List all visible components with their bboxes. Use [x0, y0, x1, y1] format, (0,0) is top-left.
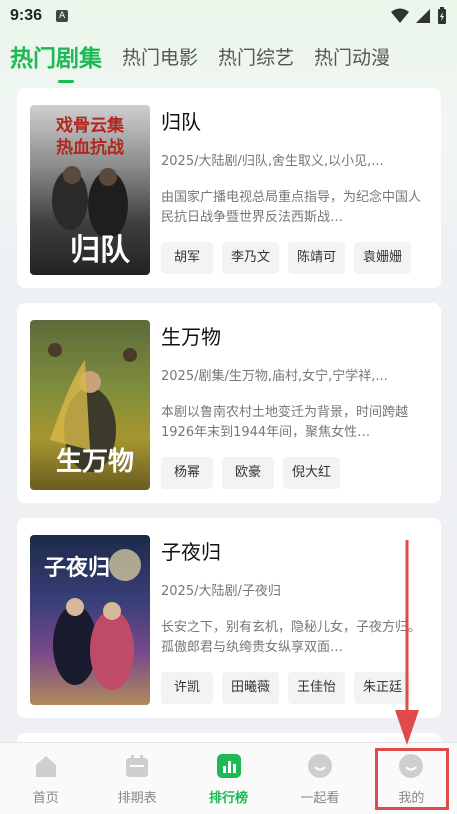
- cast-tag[interactable]: 田曦薇: [222, 672, 280, 704]
- status-time: 9:36: [10, 7, 43, 24]
- cast-tag[interactable]: 李乃文: [222, 242, 280, 274]
- show-description: 本剧以鲁南农村土地变迁为背景，时间跨越1926年末到1944年间，聚焦女性…: [161, 405, 409, 440]
- show-card[interactable]: 生万物 生万物 2025/剧集/生万物,庙村,女宁,宁学祥,... 本剧以鲁南农…: [17, 303, 441, 503]
- category-tabs: 热门剧集 热门电影 热门综艺 热门动漫: [0, 36, 457, 83]
- show-meta: 2025/大陆剧/归队,舍生取义,以小见,...: [161, 154, 384, 169]
- cast-tags: 胡军 李乃文 陈靖可 袁姗姗: [161, 242, 412, 274]
- show-description: 由国家广播电视总局重点指导，为纪念中国人民抗日战争暨世界反法西斯战…: [161, 190, 422, 225]
- show-card[interactable]: 子夜归 子夜归 2025/大陆剧/子夜归 长安之下，别有玄机，隐秘儿女，子夜方归…: [17, 518, 441, 718]
- annotation-arrow: [395, 540, 419, 745]
- poster-art: 戏骨云集 热血抗战 归队: [52, 115, 131, 268]
- nav-label: 首页: [32, 791, 59, 806]
- home-icon: [35, 756, 56, 777]
- tab-hot-series[interactable]: 热门剧集: [10, 39, 102, 83]
- nav-home[interactable]: 首页: [0, 743, 91, 814]
- battery-icon: [438, 7, 446, 24]
- nav-label: 一起看: [300, 791, 340, 806]
- poster-title-text: 子夜归: [44, 555, 110, 581]
- signal-icon: [416, 9, 430, 23]
- poster-title-text: 归队: [70, 233, 131, 268]
- poster-image: 子夜归: [30, 535, 150, 705]
- poster-text-line1: 戏骨云集: [55, 115, 125, 136]
- cast-tag[interactable]: 陈靖可: [288, 242, 346, 274]
- show-meta: 2025/大陆剧/子夜归: [161, 584, 281, 599]
- poster-art: 子夜归: [44, 549, 141, 690]
- nav-ranking[interactable]: 排行榜: [183, 743, 274, 814]
- poster-text-line2: 热血抗战: [56, 137, 124, 158]
- smile-icon: [307, 754, 332, 778]
- cast-tags: 杨幂 欧豪 倪大红: [161, 457, 341, 489]
- nav-label: 排行榜: [209, 791, 249, 806]
- nav-schedule[interactable]: 排期表: [91, 743, 182, 814]
- show-title: 归队: [161, 110, 201, 134]
- wifi-icon: [391, 8, 409, 23]
- tab-hot-anime[interactable]: 热门动漫: [314, 43, 390, 70]
- show-description: 长安之下，别有玄机，隐秘儿女，子夜方归。孤傲郎君与纨绔贵女纵享双面…: [161, 620, 422, 655]
- status-bar: 9:36 A: [0, 0, 457, 32]
- annotation-highlight-box: [375, 748, 449, 810]
- cast-tags: 许凯 田曦薇 王佳怡 朱正廷: [161, 672, 412, 704]
- show-title: 子夜归: [161, 540, 221, 564]
- poster-title-text: 生万物: [56, 447, 134, 477]
- nav-watch-together[interactable]: 一起看: [274, 743, 365, 814]
- poster-image: 生万物: [30, 320, 150, 490]
- calendar-icon: [126, 755, 149, 777]
- notification-icon: A: [56, 10, 69, 22]
- nav-label: 排期表: [117, 791, 157, 806]
- cast-tag[interactable]: 胡军: [161, 242, 213, 274]
- cast-tag[interactable]: 袁姗姗: [354, 242, 412, 274]
- cast-tag[interactable]: 欧豪: [222, 457, 274, 489]
- ranking-icon: [216, 754, 241, 778]
- poster-art: 生万物: [48, 343, 137, 477]
- show-list: 戏骨云集 热血抗战 归队 归队 2025/大陆剧/归队,舍生取义,以小见,...…: [17, 88, 441, 753]
- cast-tag[interactable]: 王佳怡: [288, 672, 346, 704]
- cast-tag[interactable]: 许凯: [161, 672, 213, 704]
- cast-tag[interactable]: 杨幂: [161, 457, 213, 489]
- status-icons: [391, 7, 447, 25]
- tab-hot-variety[interactable]: 热门综艺: [218, 43, 294, 70]
- poster-image: 戏骨云集 热血抗战 归队: [30, 105, 150, 275]
- cast-tag[interactable]: 倪大红: [283, 457, 341, 489]
- show-card[interactable]: 戏骨云集 热血抗战 归队 归队 2025/大陆剧/归队,舍生取义,以小见,...…: [17, 88, 441, 288]
- tab-hot-movies[interactable]: 热门电影: [122, 43, 198, 70]
- show-meta: 2025/剧集/生万物,庙村,女宁,宁学祥,...: [161, 369, 388, 384]
- show-title: 生万物: [161, 325, 221, 349]
